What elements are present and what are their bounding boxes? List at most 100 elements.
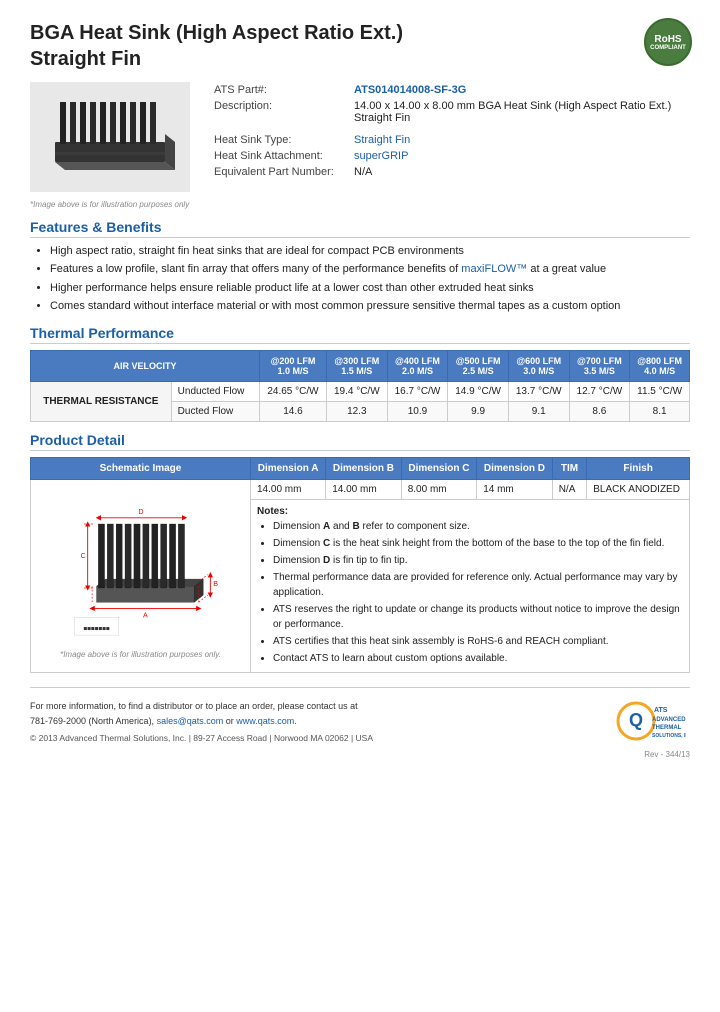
ducted-700: 8.6 [569, 401, 630, 421]
dim-a-header: Dimension A [251, 457, 326, 479]
ducted-300: 12.3 [326, 401, 387, 421]
thermal-resistance-label: THERMAL RESISTANCE [31, 381, 172, 421]
description-value: 14.00 x 14.00 x 8.00 mm BGA Heat Sink (H… [350, 98, 690, 126]
feature-item-1: High aspect ratio, straight fin heat sin… [50, 244, 690, 259]
product-detail-heading: Product Detail [30, 432, 690, 451]
dim-c-value: 8.00 mm [401, 479, 477, 499]
svg-text:Q: Q [629, 710, 643, 730]
unducted-800: 11.5 °C/W [630, 381, 690, 401]
footer-or: or [226, 716, 237, 726]
product-info-section: ATS Part#: ATS014014008-SF-3G Descriptio… [30, 82, 690, 192]
unducted-400: 16.7 °C/W [387, 381, 448, 401]
maxiflow-link: maxiFLOW™ [461, 263, 527, 275]
revision-text: Rev - 344/13 [30, 750, 690, 759]
footer-contact: For more information, to find a distribu… [30, 699, 373, 745]
description-label: Description: [210, 98, 350, 126]
col-600lfm: @600 LFM3.0 M/S [508, 350, 569, 381]
col-300lfm: @300 LFM1.5 M/S [326, 350, 387, 381]
footer-website-link[interactable]: www.qats.com [236, 716, 294, 726]
unducted-200: 24.65 °C/W [259, 381, 326, 401]
rohs-compliant-text: COMPLIANT [650, 45, 686, 51]
part-number-label: ATS Part#: [210, 82, 350, 98]
col-500lfm: @500 LFM2.5 M/S [448, 350, 509, 381]
thermal-heading: Thermal Performance [30, 325, 690, 344]
ats-q-logo: Q ATS ADVANCED THERMAL SOLUTIONS, INC. [616, 696, 686, 746]
equiv-value: N/A [350, 164, 690, 180]
note-4: Thermal performance data are provided fo… [273, 570, 683, 600]
dim-a-value: 14.00 mm [251, 479, 326, 499]
col-200lfm: @200 LFM1.0 M/S [259, 350, 326, 381]
product-detail-table: Schematic Image Dimension A Dimension B … [30, 457, 690, 673]
unducted-700: 12.7 °C/W [569, 381, 630, 401]
note-1: Dimension A and B refer to component siz… [273, 519, 683, 534]
footer-copyright: © 2013 Advanced Thermal Solutions, Inc. … [30, 732, 373, 746]
footer-divider [30, 687, 690, 688]
attach-value: superGRIP [350, 148, 690, 164]
svg-text:C: C [80, 551, 85, 559]
svg-text:B: B [213, 580, 218, 588]
unducted-600: 13.7 °C/W [508, 381, 569, 401]
dim-b-value: 14.00 mm [326, 479, 402, 499]
schematic-caption: *Image above is for illustration purpose… [37, 650, 244, 659]
svg-text:A: A [143, 611, 148, 619]
ducted-500: 9.9 [448, 401, 509, 421]
rohs-badge: RoHS COMPLIANT [644, 18, 692, 66]
dim-d-value: 14 mm [477, 479, 553, 499]
ducted-800: 8.1 [630, 401, 690, 421]
type-value: Straight Fin [350, 132, 690, 148]
dim-c-header: Dimension C [401, 457, 477, 479]
heatsink-image [45, 92, 175, 182]
tim-value: N/A [552, 479, 587, 499]
col-400lfm: @400 LFM2.0 M/S [387, 350, 448, 381]
notes-heading: Notes: [257, 506, 288, 517]
svg-text:ADVANCED: ADVANCED [652, 717, 686, 723]
svg-text:D: D [138, 508, 143, 516]
svg-text:THERMAL: THERMAL [652, 725, 682, 731]
note-7: Contact ATS to learn about custom option… [273, 651, 683, 666]
svg-text:SOLUTIONS, INC.: SOLUTIONS, INC. [652, 733, 686, 739]
feature-item-4: Comes standard without interface materia… [50, 299, 690, 314]
unducted-300: 19.4 °C/W [326, 381, 387, 401]
finish-header: Finish [587, 457, 690, 479]
notes-cell: Notes: Dimension A and B refer to compon… [251, 499, 690, 672]
attach-label: Heat Sink Attachment: [210, 148, 350, 164]
ducted-label: Ducted Flow [171, 401, 259, 421]
ducted-600: 9.1 [508, 401, 569, 421]
unducted-500: 14.9 °C/W [448, 381, 509, 401]
schematic-image-cell: A B C [31, 479, 251, 672]
page: RoHS COMPLIANT BGA Heat Sink (High Aspec… [0, 0, 720, 1012]
note-3: Dimension D is fin tip to fin tip. [273, 553, 683, 568]
air-velocity-header: AIR VELOCITY [31, 350, 260, 381]
feature-item-3: Higher performance helps ensure reliable… [50, 281, 690, 296]
col-800lfm: @800 LFM4.0 M/S [630, 350, 690, 381]
schematic-diagram: A B C [41, 484, 241, 647]
note-5: ATS reserves the right to update or chan… [273, 602, 683, 632]
svg-text:■■■■■■■: ■■■■■■■ [83, 625, 110, 632]
product-details-table: ATS Part#: ATS014014008-SF-3G Descriptio… [210, 82, 690, 192]
schematic-header: Schematic Image [31, 457, 251, 479]
note-2: Dimension C is the heat sink height from… [273, 536, 683, 551]
dim-d-header: Dimension D [477, 457, 553, 479]
equiv-label: Equivalent Part Number: [210, 164, 350, 180]
footer-contact-text: For more information, to find a distribu… [30, 701, 358, 711]
unducted-label: Unducted Flow [171, 381, 259, 401]
footer-section: For more information, to find a distribu… [30, 696, 690, 746]
schematic-svg: A B C [41, 484, 241, 644]
ducted-200: 14.6 [259, 401, 326, 421]
product-image-caption: *Image above is for illustration purpose… [30, 200, 690, 209]
dim-b-header: Dimension B [326, 457, 402, 479]
ats-logo-area: Q ATS ADVANCED THERMAL SOLUTIONS, INC. [616, 696, 690, 746]
col-700lfm: @700 LFM3.5 M/S [569, 350, 630, 381]
features-list: High aspect ratio, straight fin heat sin… [50, 244, 690, 315]
page-title: BGA Heat Sink (High Aspect Ratio Ext.) S… [30, 20, 690, 72]
footer-phone: 781-769-2000 (North America), [30, 716, 154, 726]
footer-email-link[interactable]: sales@qats.com [157, 716, 224, 726]
notes-list: Dimension A and B refer to component siz… [273, 519, 683, 666]
features-heading: Features & Benefits [30, 219, 690, 238]
notes-section: Notes: Dimension A and B refer to compon… [257, 504, 683, 666]
feature-item-2: Features a low profile, slant fin array … [50, 262, 690, 277]
svg-text:ATS: ATS [654, 707, 668, 714]
part-number-value: ATS014014008-SF-3G [350, 82, 690, 98]
product-image-area [30, 82, 190, 192]
thermal-table: AIR VELOCITY @200 LFM1.0 M/S @300 LFM1.5… [30, 350, 690, 422]
